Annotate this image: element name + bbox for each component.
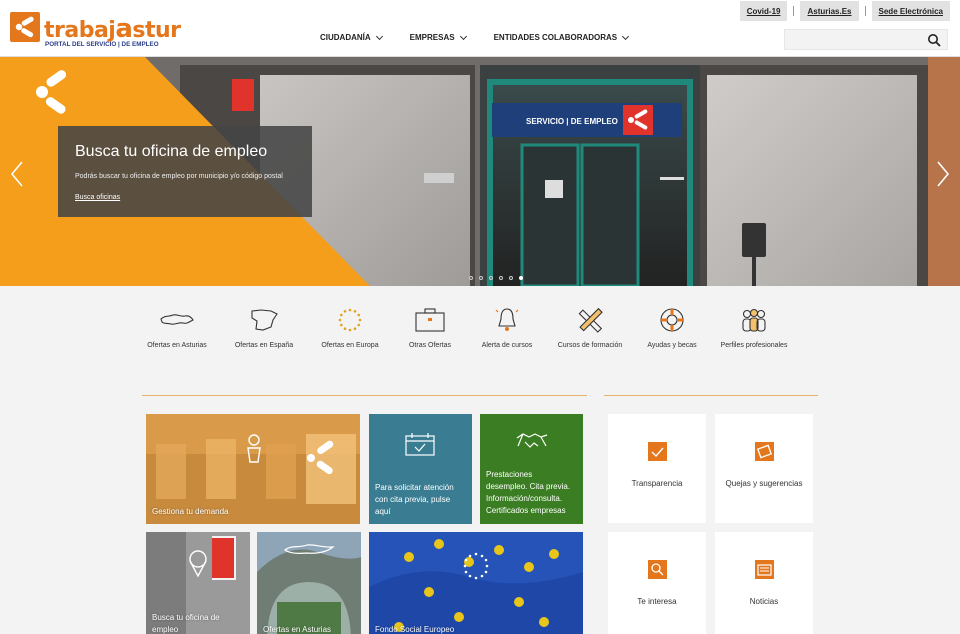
office-sign-text: SERVICIO | DE EMPLEO — [526, 117, 618, 126]
tile-landscape-photo — [257, 532, 361, 634]
tile-cita-previa[interactable]: Para solicitar atención con cita previa, … — [369, 414, 472, 524]
tile-noticias[interactable]: Noticias — [715, 532, 813, 634]
covid-link[interactable]: Covid-19 — [739, 1, 788, 21]
section-divider — [604, 395, 818, 396]
main-nav: CIUDADANÍA EMPRESAS ENTIDADES COLABORADO… — [320, 32, 656, 42]
spain-map-icon — [251, 309, 278, 331]
logo-wordmark: trabajastur — [44, 14, 181, 44]
bell-icon — [495, 308, 519, 331]
tile-prestaciones[interactable]: Prestaciones desempleo. Cita previa. Infor… — [480, 414, 583, 524]
carousel-dot[interactable] — [509, 276, 513, 280]
quick-links: Ofertas en Asturias Ofertas en España Of… — [140, 305, 820, 365]
nav-empresas[interactable]: EMPRESAS — [410, 32, 467, 42]
tile-fondo-social-europeo[interactable]: Fondo Social Europeo — [369, 532, 583, 634]
search-icon[interactable] — [927, 33, 941, 47]
carousel-dot[interactable] — [489, 276, 493, 280]
logo-mark-icon — [10, 12, 40, 42]
hero-caption-box: Busca tu oficina de empleo Podrás buscar… — [58, 126, 312, 217]
tile-label: Fondo Social Europeo — [375, 625, 455, 634]
chevron-down-icon — [622, 32, 630, 40]
quick-link-ofertas-asturias[interactable]: Ofertas en Asturias — [134, 305, 220, 349]
tile-busca-oficina[interactable]: Busca tu oficina de empleo — [146, 532, 250, 634]
nav-ciudadania[interactable]: CIUDADANÍA — [320, 32, 383, 42]
site-header: trabajastur PORTAL DEL SERVICIO | DE EMP… — [0, 0, 960, 57]
logo-subtitle: PORTAL DEL SERVICIO | DE EMPLEO — [45, 41, 159, 48]
pencil-ruler-icon — [578, 307, 603, 333]
section-divider — [142, 395, 587, 396]
top-links-bar: Covid-19 Asturias.Es Sede Electrónica — [734, 1, 950, 21]
quick-link-otras-ofertas[interactable]: Otras Ofertas — [387, 305, 473, 349]
carousel-prev-arrow-icon[interactable] — [8, 159, 28, 189]
hero-description: Podrás buscar tu oficina de empleo por m… — [75, 173, 283, 180]
carousel-dot[interactable] — [499, 276, 503, 280]
carousel-indicators — [469, 276, 529, 280]
tile-transparencia[interactable]: Transparencia — [608, 414, 706, 523]
chevron-down-icon — [459, 32, 467, 40]
lifebuoy-icon — [660, 308, 684, 332]
transparency-icon — [648, 442, 667, 461]
calendar-icon — [405, 433, 435, 456]
quick-link-alerta-cursos[interactable]: Alerta de cursos — [464, 305, 550, 349]
asturias-es-link[interactable]: Asturias.Es — [800, 1, 859, 21]
search-input[interactable] — [785, 30, 925, 49]
tile-gestiona-demanda[interactable]: Gestiona tu demanda — [146, 414, 360, 524]
tile-text: Para solicitar atención con cita previa, … — [375, 483, 454, 516]
complaints-icon — [755, 442, 774, 461]
people-icon — [742, 308, 766, 332]
quick-link-cursos-formacion[interactable]: Cursos de formación — [547, 305, 633, 349]
trabajastur-logo[interactable]: trabajastur PORTAL DEL SERVICIO | DE EMP… — [10, 12, 181, 52]
tile-quejas-sugerencias[interactable]: Quejas y sugerencias — [715, 414, 813, 523]
chevron-down-icon — [375, 32, 383, 40]
carousel-dot-active[interactable] — [519, 276, 523, 280]
sede-electronica-link[interactable]: Sede Electrónica — [871, 1, 950, 21]
page: trabajastur PORTAL DEL SERVICIO | DE EMP… — [0, 0, 960, 634]
magnifier-icon — [648, 560, 667, 579]
divider — [793, 6, 795, 16]
tile-text: Prestaciones desempleo. Cita previa. Infor… — [486, 470, 571, 515]
briefcase-icon — [415, 308, 445, 332]
hero-title: Busca tu oficina de empleo — [75, 143, 268, 160]
news-icon — [755, 560, 774, 579]
tile-te-interesa[interactable]: Te interesa — [608, 532, 706, 634]
quick-link-ayudas-becas[interactable]: Ayudas y becas — [629, 305, 715, 349]
nav-entidades-colaboradoras[interactable]: ENTIDADES COLABORADORAS — [494, 32, 630, 42]
tile-ofertas-asturias[interactable]: Ofertas en Asturias — [257, 532, 361, 634]
tile-label: Busca tu oficina de empleo — [152, 613, 220, 634]
eu-flag-photo — [369, 532, 583, 634]
quick-link-perfiles-profesionales[interactable]: Perfiles profesionales — [711, 305, 797, 349]
carousel-dot[interactable] — [469, 276, 473, 280]
tile-label: Gestiona tu demanda — [152, 507, 229, 516]
eu-stars-icon — [338, 308, 362, 332]
quick-link-ofertas-espana[interactable]: Ofertas en España — [221, 305, 307, 349]
handshake-icon — [516, 433, 548, 448]
carousel-next-arrow-icon[interactable] — [932, 159, 952, 189]
divider — [864, 6, 866, 16]
carousel-dot[interactable] — [479, 276, 483, 280]
search-box — [784, 29, 948, 50]
quick-link-ofertas-europa[interactable]: Ofertas en Europa — [307, 305, 393, 349]
tile-label: Ofertas en Asturias — [263, 625, 332, 634]
hero-carousel: SERVICIO | DE EMPLEO Busca tu oficina de… — [0, 57, 960, 286]
busca-oficinas-link[interactable]: Busca oficinas — [75, 194, 120, 201]
asturias-map-icon — [160, 314, 194, 325]
